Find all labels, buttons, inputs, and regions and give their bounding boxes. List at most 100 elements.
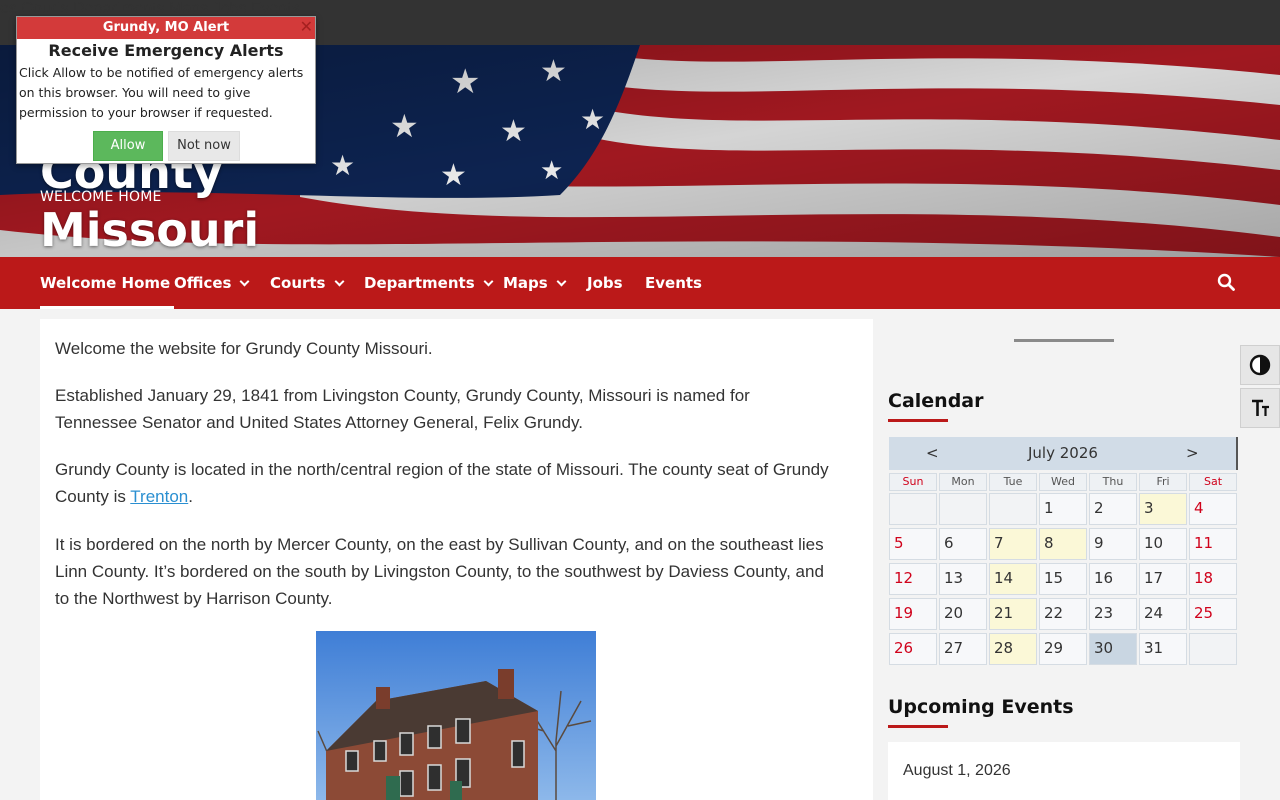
upcoming-events-title: Upcoming Events — [888, 696, 1074, 718]
nav-label: Jobs — [587, 274, 623, 292]
calendar-day-5: 5 — [889, 528, 937, 560]
title-underline — [888, 419, 948, 422]
contrast-icon — [1249, 354, 1271, 376]
calendar-day-4: 4 — [1189, 493, 1237, 525]
calendar-day-28[interactable]: 28 — [989, 633, 1037, 665]
high-contrast-toggle[interactable] — [1240, 345, 1280, 385]
intro-paragraph: Welcome the website for Grundy County Mi… — [55, 339, 433, 358]
font-size-icon — [1252, 399, 1269, 416]
calendar-day-15: 15 — [1039, 563, 1087, 595]
calendar-day-27: 27 — [939, 633, 987, 665]
nav-item-jobs[interactable]: Jobs — [587, 274, 623, 292]
font-size-toggle[interactable] — [1240, 388, 1280, 428]
nav-item-offices[interactable]: Offices — [174, 274, 250, 292]
chevron-down-icon — [240, 276, 250, 286]
top-link-jobs[interactable]: Jobs — [213, 0, 247, 17]
calendar-day-30: 30 — [1089, 633, 1137, 665]
calendar-day-8[interactable]: 8 — [1039, 528, 1087, 560]
calendar-day-18: 18 — [1189, 563, 1237, 595]
weekday-header: Sun — [889, 473, 937, 491]
calendar-empty-cell — [1189, 633, 1237, 665]
calendar-day-9: 9 — [1089, 528, 1137, 560]
nav-item-maps[interactable]: Maps — [503, 274, 567, 292]
location-text-end: . — [188, 487, 193, 506]
alert-header: Grundy, MO Alert ✕ — [17, 17, 315, 39]
location-paragraph: Grundy County is located in the north/ce… — [55, 456, 835, 510]
search-icon[interactable] — [1217, 273, 1235, 291]
nav-label: Maps — [503, 274, 548, 292]
nav-label: Offices — [174, 274, 232, 292]
nav-item-departments[interactable]: Departments — [364, 274, 494, 292]
calendar-day-14[interactable]: 14 — [989, 563, 1037, 595]
alert-body: Click Allow to be notified of emergency … — [19, 65, 304, 120]
calendar-empty-cell — [989, 493, 1037, 525]
calendar-header: < July 2026 > — [889, 437, 1238, 470]
weekday-header: Wed — [1039, 473, 1087, 491]
calendar-day-22: 22 — [1039, 598, 1087, 630]
calendar-empty-cell — [939, 493, 987, 525]
nav-label: Courts — [270, 274, 326, 292]
calendar-day-19: 19 — [889, 598, 937, 630]
borders-paragraph: It is bordered on the north by Mercer Co… — [55, 535, 824, 608]
event-date: August 1, 2026 — [903, 762, 1011, 779]
calendar-day-23: 23 — [1089, 598, 1137, 630]
weekday-header: Mon — [939, 473, 987, 491]
main-navigation: Welcome Home Offices Courts Departments … — [0, 257, 1280, 309]
weekday-header: Fri — [1139, 473, 1187, 491]
history-paragraph: Established January 29, 1841 from Living… — [55, 386, 750, 432]
calendar-day-21[interactable]: 21 — [989, 598, 1037, 630]
calendar-day-6: 6 — [939, 528, 987, 560]
emergency-alert-popup: Grundy, MO Alert ✕ Receive Emergency Ale… — [16, 16, 316, 164]
alert-header-text: Grundy, MO Alert — [102, 20, 230, 35]
chevron-down-icon — [556, 276, 567, 286]
site-title-line2: Missouri — [40, 203, 260, 257]
calendar-day-20: 20 — [939, 598, 987, 630]
main-content: Welcome the website for Grundy County Mi… — [40, 319, 873, 800]
chevron-down-icon — [334, 276, 344, 286]
calendar-day-13: 13 — [939, 563, 987, 595]
calendar-day-31: 31 — [1139, 633, 1187, 665]
courthouse-photo — [316, 631, 596, 800]
top-link-services[interactable]: es — [0, 0, 17, 17]
not-now-button[interactable]: Not now — [168, 131, 240, 161]
site-tagline: WELCOME HOME — [40, 189, 162, 205]
calendar-day-7[interactable]: 7 — [989, 528, 1037, 560]
nav-item-welcome-home[interactable]: Welcome Home — [40, 274, 170, 292]
alert-title: Receive Emergency Alerts — [48, 41, 284, 60]
calendar-day-16: 16 — [1089, 563, 1137, 595]
top-link-courts[interactable]: Courts — [21, 0, 68, 17]
top-link-maps[interactable]: Maps — [169, 0, 208, 17]
prev-month-button[interactable]: < — [926, 444, 939, 462]
calendar-month-label: July 2026 — [1028, 444, 1098, 462]
title-underline — [888, 725, 948, 728]
top-link-departments[interactable]: Departments — [73, 0, 165, 17]
allow-button[interactable]: Allow — [93, 131, 163, 161]
sidebar: Calendar < July 2026 > Sun Mon Tue Wed Thu Fr… — [873, 309, 1280, 800]
divider — [1014, 339, 1114, 342]
trenton-link[interactable]: Trenton — [130, 487, 188, 506]
upcoming-event-item[interactable]: August 1, 2026 — [888, 742, 1240, 800]
weekday-header: Tue — [989, 473, 1037, 491]
nav-label: Departments — [364, 274, 475, 292]
chevron-down-icon — [483, 276, 494, 286]
calendar-day-3[interactable]: 3 — [1139, 493, 1187, 525]
calendar-day-1: 1 — [1039, 493, 1087, 525]
nav-label: Events — [645, 274, 702, 292]
calendar-day-24: 24 — [1139, 598, 1187, 630]
active-nav-indicator — [40, 306, 174, 309]
calendar-day-29: 29 — [1039, 633, 1087, 665]
calendar-widget-title: Calendar — [888, 390, 984, 412]
calendar-day-17: 17 — [1139, 563, 1187, 595]
next-month-button[interactable]: > — [1186, 444, 1199, 462]
top-link-events[interactable]: Events — [251, 0, 300, 17]
calendar-day-2: 2 — [1089, 493, 1137, 525]
calendar-day-26: 26 — [889, 633, 937, 665]
close-icon[interactable]: ✕ — [300, 17, 313, 37]
calendar-day-11: 11 — [1189, 528, 1237, 560]
calendar-day-25: 25 — [1189, 598, 1237, 630]
calendar-day-10: 10 — [1139, 528, 1187, 560]
calendar-day-12: 12 — [889, 563, 937, 595]
weekday-header: Sat — [1189, 473, 1237, 491]
nav-item-courts[interactable]: Courts — [270, 274, 344, 292]
nav-item-events[interactable]: Events — [645, 274, 702, 292]
